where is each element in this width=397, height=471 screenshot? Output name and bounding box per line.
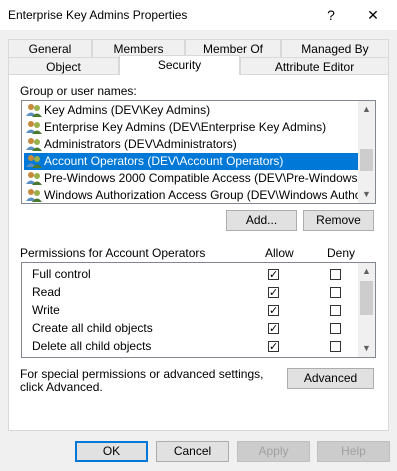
ok-button[interactable]: OK [75,441,148,462]
group-name: Key Admins (DEV\Key Admins) [44,103,211,117]
permission-row: Read [32,283,352,302]
groups-scrollbar[interactable]: ▲ ▼ [358,101,375,203]
permissions-scrollbar[interactable]: ▲ ▼ [358,263,375,357]
list-item[interactable]: Administrators (DEV\Administrators) [24,136,358,153]
list-item[interactable]: Windows Authorization Access Group (DEV\… [24,187,375,203]
groups-listbox[interactable]: Key Admins (DEV\Key Admins) Enterprise K… [21,100,376,204]
users-icon [26,120,42,135]
deny-checkbox[interactable] [330,341,341,352]
group-name: Enterprise Key Admins (DEV\Enterprise Ke… [44,120,327,134]
permission-row: Create all child objects [32,319,352,338]
permissions-label: Permissions for Account Operators [20,246,206,260]
deny-checkbox[interactable] [330,323,341,334]
list-item[interactable]: Pre-Windows 2000 Compatible Access (DEV\… [24,170,375,187]
permission-name: Write [32,303,60,317]
permission-name: Read [32,285,61,299]
permissions-listbox[interactable]: Full control Read Write Create all child… [21,262,376,358]
add-button[interactable]: Add... [226,210,297,231]
list-item[interactable]: Enterprise Key Admins (DEV\Enterprise Ke… [24,119,358,136]
advanced-button[interactable]: Advanced [287,368,374,389]
groups-label: Group or user names: [20,84,137,98]
users-icon [26,103,42,118]
scroll-down-arrow-icon[interactable]: ▼ [358,340,375,357]
users-icon [26,171,42,186]
tab-security[interactable]: Security [119,55,240,75]
list-item-selected[interactable]: Account Operators (DEV\Account Operators… [24,153,358,170]
scroll-thumb[interactable] [360,281,373,315]
list-item[interactable]: Key Admins (DEV\Key Admins) [24,102,358,119]
permission-name: Create all child objects [32,321,153,335]
deny-checkbox[interactable] [330,269,341,280]
apply-button[interactable]: Apply [237,441,310,462]
deny-header: Deny [327,246,356,260]
scroll-thumb[interactable] [360,149,373,171]
allow-header: Allow [265,246,294,260]
allow-checkbox[interactable] [268,284,279,302]
title-bar: Enterprise Key Admins Properties ? ✕ [0,0,397,30]
permission-name: Delete all child objects [32,339,152,353]
special-permissions-text: For special permissions or advanced sett… [20,367,264,394]
remove-button[interactable]: Remove [303,210,374,231]
users-icon [26,137,42,152]
scroll-up-arrow-icon[interactable]: ▲ [358,101,375,118]
scroll-down-arrow-icon[interactable]: ▼ [358,186,375,203]
permission-row: Delete all child objects [32,337,352,356]
group-name: Administrators (DEV\Administrators) [44,137,237,151]
cancel-button[interactable]: Cancel [156,441,229,462]
permission-name: Full control [32,267,91,281]
help-footer-button[interactable]: Help [317,441,390,462]
tab-object[interactable]: Object [8,57,119,75]
window-title: Enterprise Key Admins Properties [8,8,188,22]
allow-checkbox[interactable] [268,266,279,284]
scroll-up-arrow-icon[interactable]: ▲ [358,263,375,280]
users-icon [26,154,42,169]
permission-row: Write [32,301,352,320]
group-name: Pre-Windows 2000 Compatible Access (DEV\… [44,171,376,185]
deny-checkbox[interactable] [330,287,341,298]
allow-checkbox[interactable] [268,302,279,320]
users-icon [26,188,42,203]
deny-checkbox[interactable] [330,305,341,316]
permission-row: Full control [32,265,352,284]
close-button[interactable]: ✕ [355,3,391,27]
allow-checkbox[interactable] [268,320,279,338]
help-button[interactable]: ? [313,3,349,27]
group-name: Account Operators (DEV\Account Operators… [44,154,284,168]
tab-attribute-editor[interactable]: Attribute Editor [240,57,389,75]
tab-general[interactable]: General [8,39,92,57]
tab-managed-by[interactable]: Managed By [281,39,389,57]
allow-checkbox[interactable] [268,338,279,356]
group-name: Windows Authorization Access Group (DEV\… [44,188,376,202]
